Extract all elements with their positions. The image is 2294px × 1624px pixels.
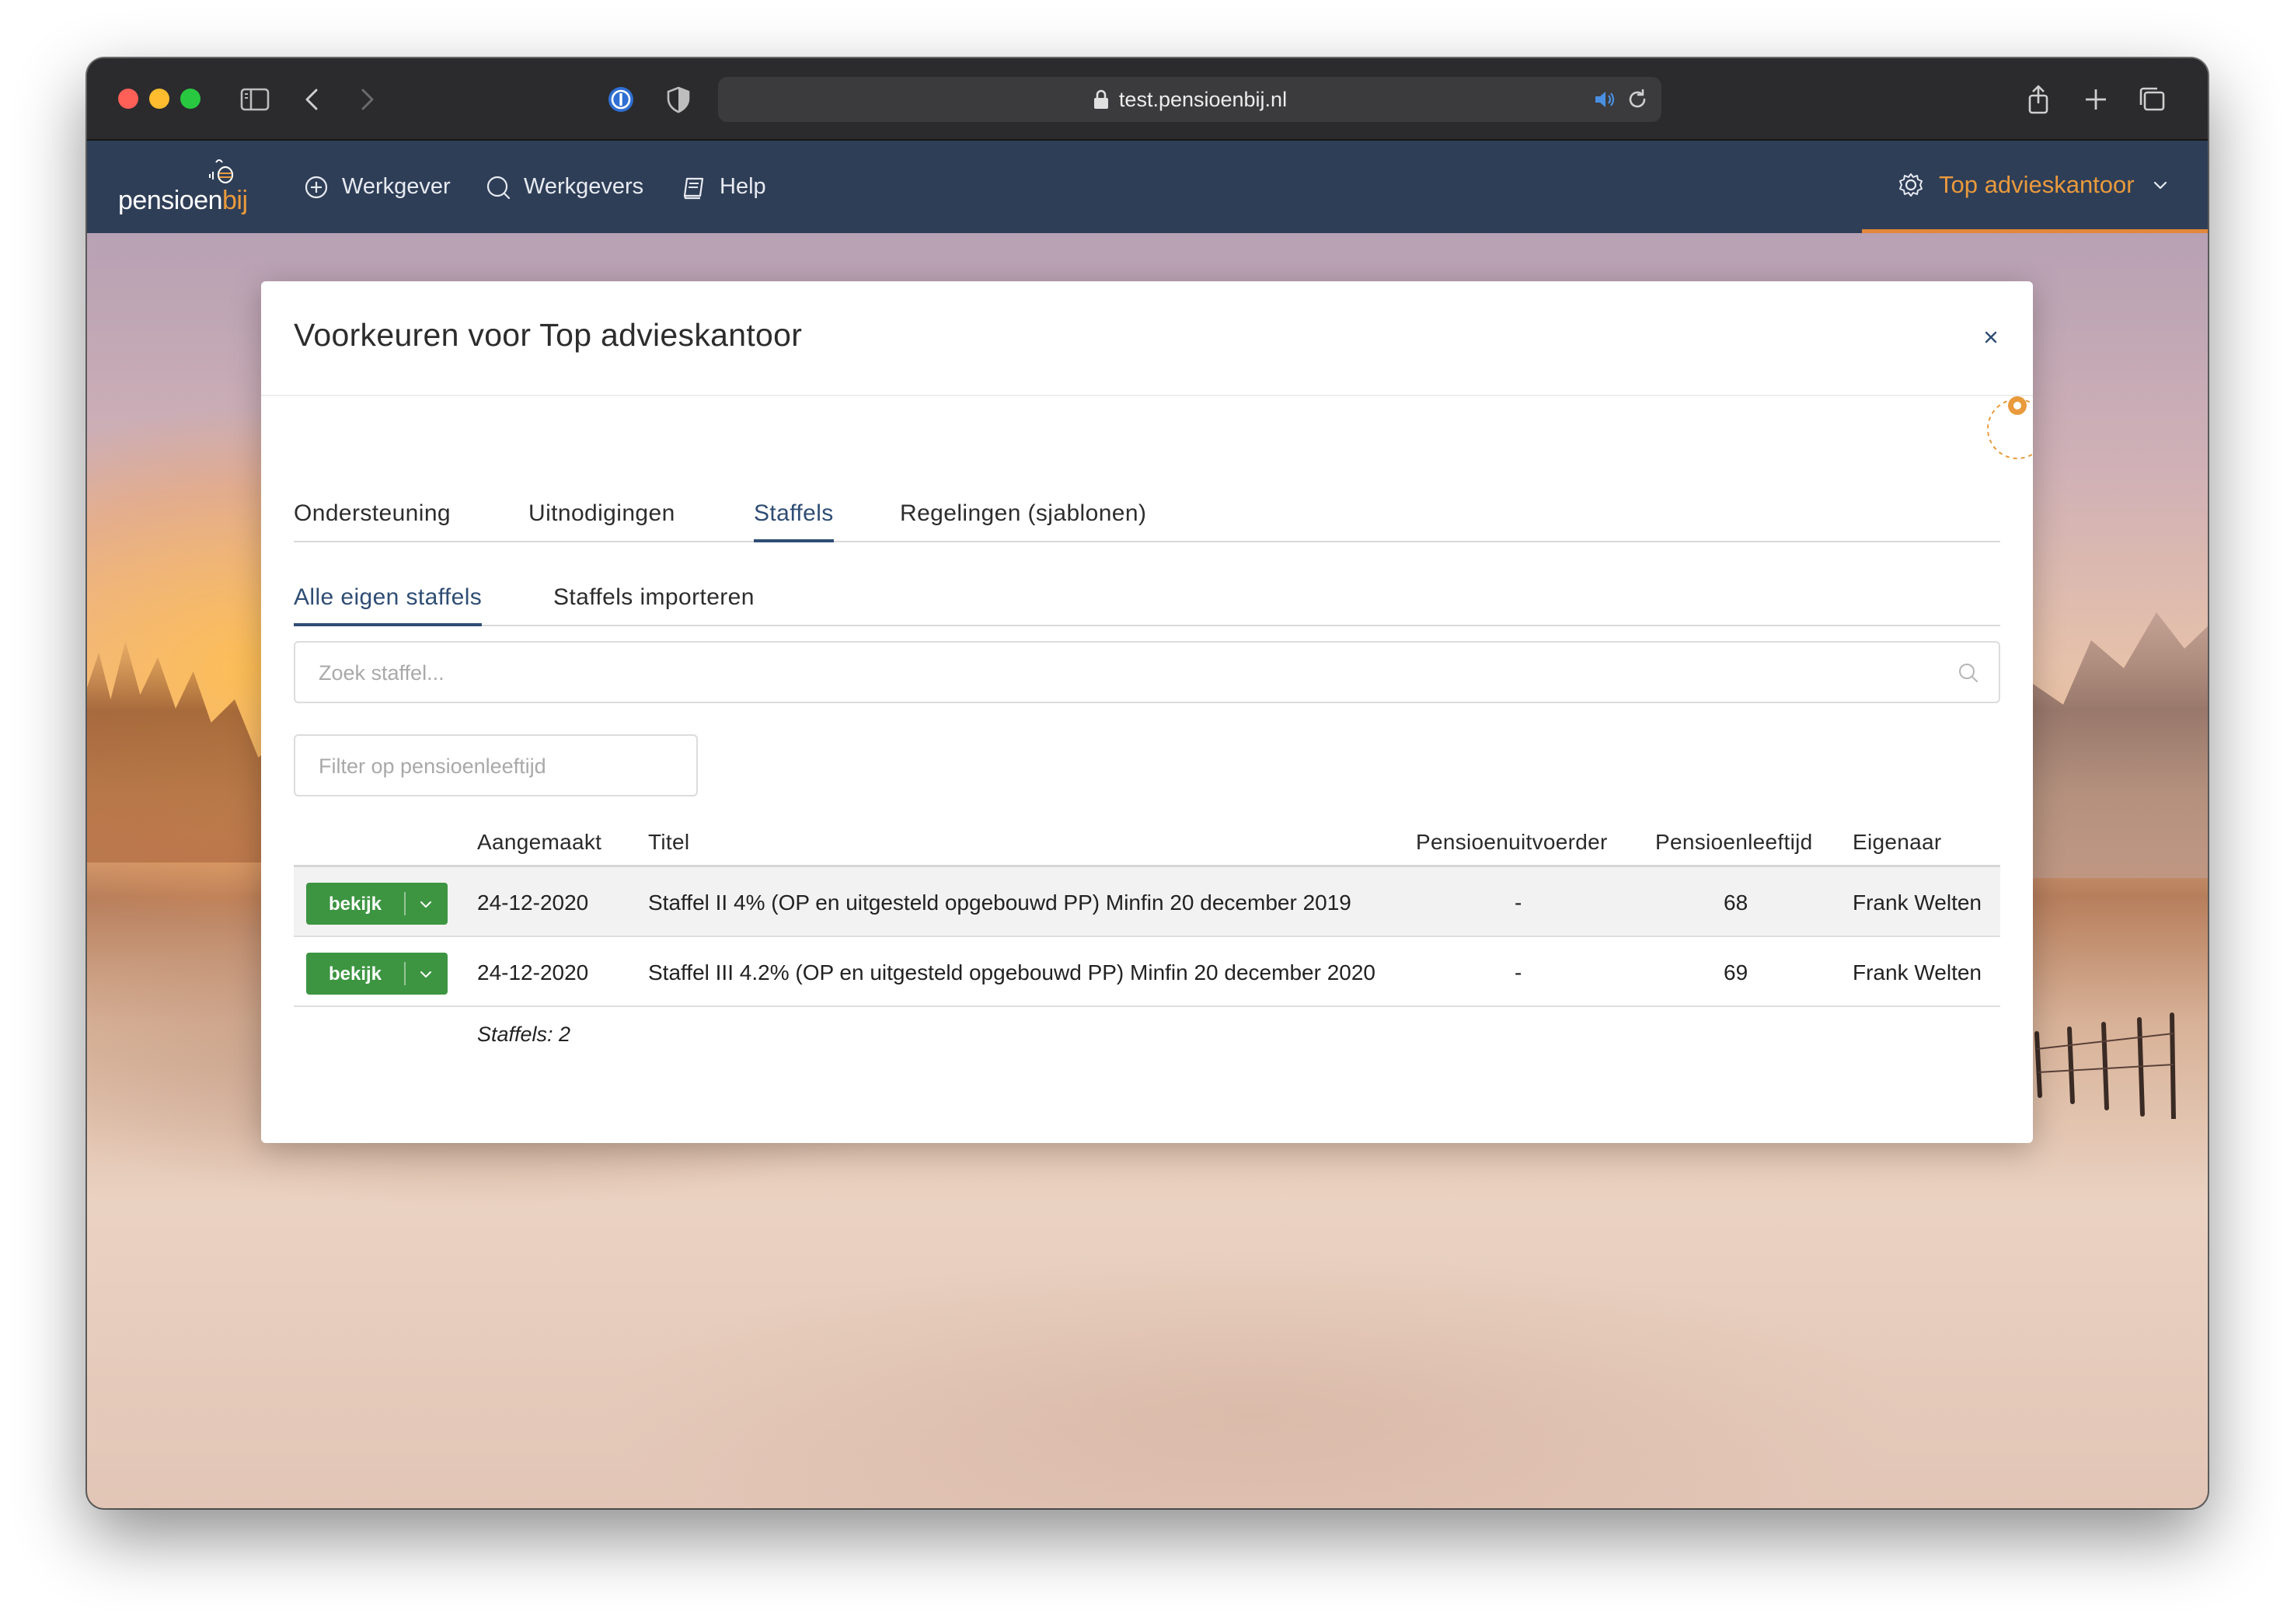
bee-logo-icon	[209, 159, 234, 184]
pensioenbij-logo[interactable]: pensioenbij	[118, 156, 258, 218]
browser-window: test.pensioenbij.nl pensioenbij Werkgeve…	[87, 58, 2208, 1508]
account-menu-label: Top advieskantoor	[1939, 171, 2135, 198]
logo-wordmark: pensioenbij	[118, 186, 248, 215]
preferences-tabs: Ondersteuning Uitnodigingen Staffels Reg…	[294, 491, 2000, 542]
nav-werkgever-label: Werkgever	[342, 174, 451, 199]
column-header-aangemaakt[interactable]: Aangemaakt	[477, 830, 601, 855]
pension-age-filter-input[interactable]: Filter op pensioenleeftijd	[294, 734, 698, 796]
cell-owner: Frank Welten	[1853, 890, 1982, 915]
reload-icon[interactable]	[1626, 88, 1649, 111]
column-header-pensioenuitvoerder[interactable]: Pensioenuitvoerder	[1416, 830, 1608, 855]
tab-uitnodigingen[interactable]: Uitnodigingen	[528, 491, 675, 541]
close-icon[interactable]	[1980, 326, 2002, 348]
loading-spinner-icon	[1987, 396, 2033, 459]
search-icon	[486, 176, 511, 199]
nav-help-label: Help	[720, 174, 766, 199]
chevron-down-icon	[2153, 181, 2167, 190]
nav-help[interactable]: Help	[681, 141, 766, 233]
table-row: bekijk 24-12-2020 Staffel II 4% (OP en u…	[294, 867, 2000, 937]
url-text: test.pensioenbij.nl	[1118, 87, 1288, 111]
new-tab-icon[interactable]	[2080, 83, 2112, 116]
tab-regelingen[interactable]: Regelingen (sjablonen)	[900, 491, 1146, 541]
bekijk-split-button[interactable]: bekijk	[306, 953, 448, 995]
nav-werkgevers-label: Werkgevers	[524, 174, 644, 199]
search-input[interactable]: Zoek staffel...	[294, 641, 2000, 703]
minimize-window-button[interactable]	[149, 89, 169, 109]
back-icon[interactable]	[297, 83, 329, 116]
cell-provider: -	[1515, 890, 1522, 915]
table-header: Aangemaakt Titel Pensioenuitvoerder Pens…	[294, 814, 2000, 867]
zoom-window-button[interactable]	[180, 89, 200, 109]
forward-icon[interactable]	[350, 83, 382, 116]
speaker-icon[interactable]	[1593, 89, 1616, 110]
column-header-titel[interactable]: Titel	[648, 830, 689, 855]
subtab-alle-eigen-staffels[interactable]: Alle eigen staffels	[294, 577, 483, 626]
chevron-down-icon[interactable]	[418, 967, 434, 982]
tab-ondersteuning[interactable]: Ondersteuning	[294, 491, 451, 541]
password-manager-icon[interactable]	[605, 83, 637, 116]
privacy-shield-icon[interactable]	[662, 83, 695, 116]
share-icon[interactable]	[2022, 83, 2055, 116]
bekijk-split-button[interactable]: bekijk	[306, 883, 448, 925]
column-header-pensioenleeftijd[interactable]: Pensioenleeftijd	[1655, 830, 1813, 855]
nav-werkgever[interactable]: Werkgever	[303, 141, 451, 233]
column-header-eigenaar[interactable]: Eigenaar	[1853, 830, 1941, 855]
cell-created: 24-12-2020	[477, 960, 589, 985]
nav-werkgevers[interactable]: Werkgevers	[485, 141, 643, 233]
cell-pension-age: 68	[1724, 890, 1748, 915]
staffels-count: Staffels: 2	[477, 1023, 571, 1046]
gear-icon	[1899, 173, 1923, 197]
plus-circle-icon	[305, 176, 328, 198]
cell-provider: -	[1515, 960, 1522, 985]
subtab-staffels-importeren[interactable]: Staffels importeren	[553, 577, 755, 625]
button-separator	[404, 892, 406, 915]
search-icon	[1959, 664, 1978, 682]
table-row: bekijk 24-12-2020 Staffel III 4.2% (OP e…	[294, 937, 2000, 1007]
cell-owner: Frank Welten	[1853, 960, 1982, 985]
tab-staffels[interactable]: Staffels	[754, 491, 834, 542]
lock-icon	[1093, 89, 1108, 109]
cell-pension-age: 69	[1724, 960, 1748, 985]
modal-header: Voorkeuren voor Top advieskantoor	[261, 281, 2033, 396]
cell-title: Staffel II 4% (OP en uitgesteld opgebouw…	[648, 890, 1351, 915]
bekijk-button[interactable]: bekijk	[306, 894, 404, 915]
chevron-down-icon[interactable]	[418, 897, 434, 912]
tab-overview-icon[interactable]	[2135, 83, 2168, 116]
button-separator	[404, 962, 406, 985]
preferences-modal: Voorkeuren voor Top advieskantoor Onders…	[261, 281, 2033, 1143]
cell-title: Staffel III 4.2% (OP en uitgesteld opgeb…	[648, 960, 1375, 985]
staffels-subtabs: Alle eigen staffels Staffels importeren	[294, 577, 2000, 626]
book-icon	[683, 177, 704, 199]
filter-placeholder: Filter op pensioenleeftijd	[319, 754, 546, 778]
modal-title: Voorkeuren voor Top advieskantoor	[294, 317, 803, 353]
sidebar-toggle-icon[interactable]	[239, 83, 271, 116]
cell-created: 24-12-2020	[477, 890, 589, 915]
table-footer: Staffels: 2	[294, 1007, 2000, 1069]
app-navbar: pensioenbij Werkgever Werkgevers Help To…	[87, 141, 2208, 233]
staffels-table: Aangemaakt Titel Pensioenuitvoerder Pens…	[294, 814, 2000, 1069]
account-menu[interactable]: Top advieskantoor	[1862, 141, 2208, 233]
address-bar[interactable]: test.pensioenbij.nl	[718, 77, 1661, 122]
close-window-button[interactable]	[118, 89, 138, 109]
bekijk-button[interactable]: bekijk	[306, 964, 404, 985]
search-placeholder: Zoek staffel...	[319, 661, 445, 685]
browser-toolbar: test.pensioenbij.nl	[87, 58, 2208, 141]
